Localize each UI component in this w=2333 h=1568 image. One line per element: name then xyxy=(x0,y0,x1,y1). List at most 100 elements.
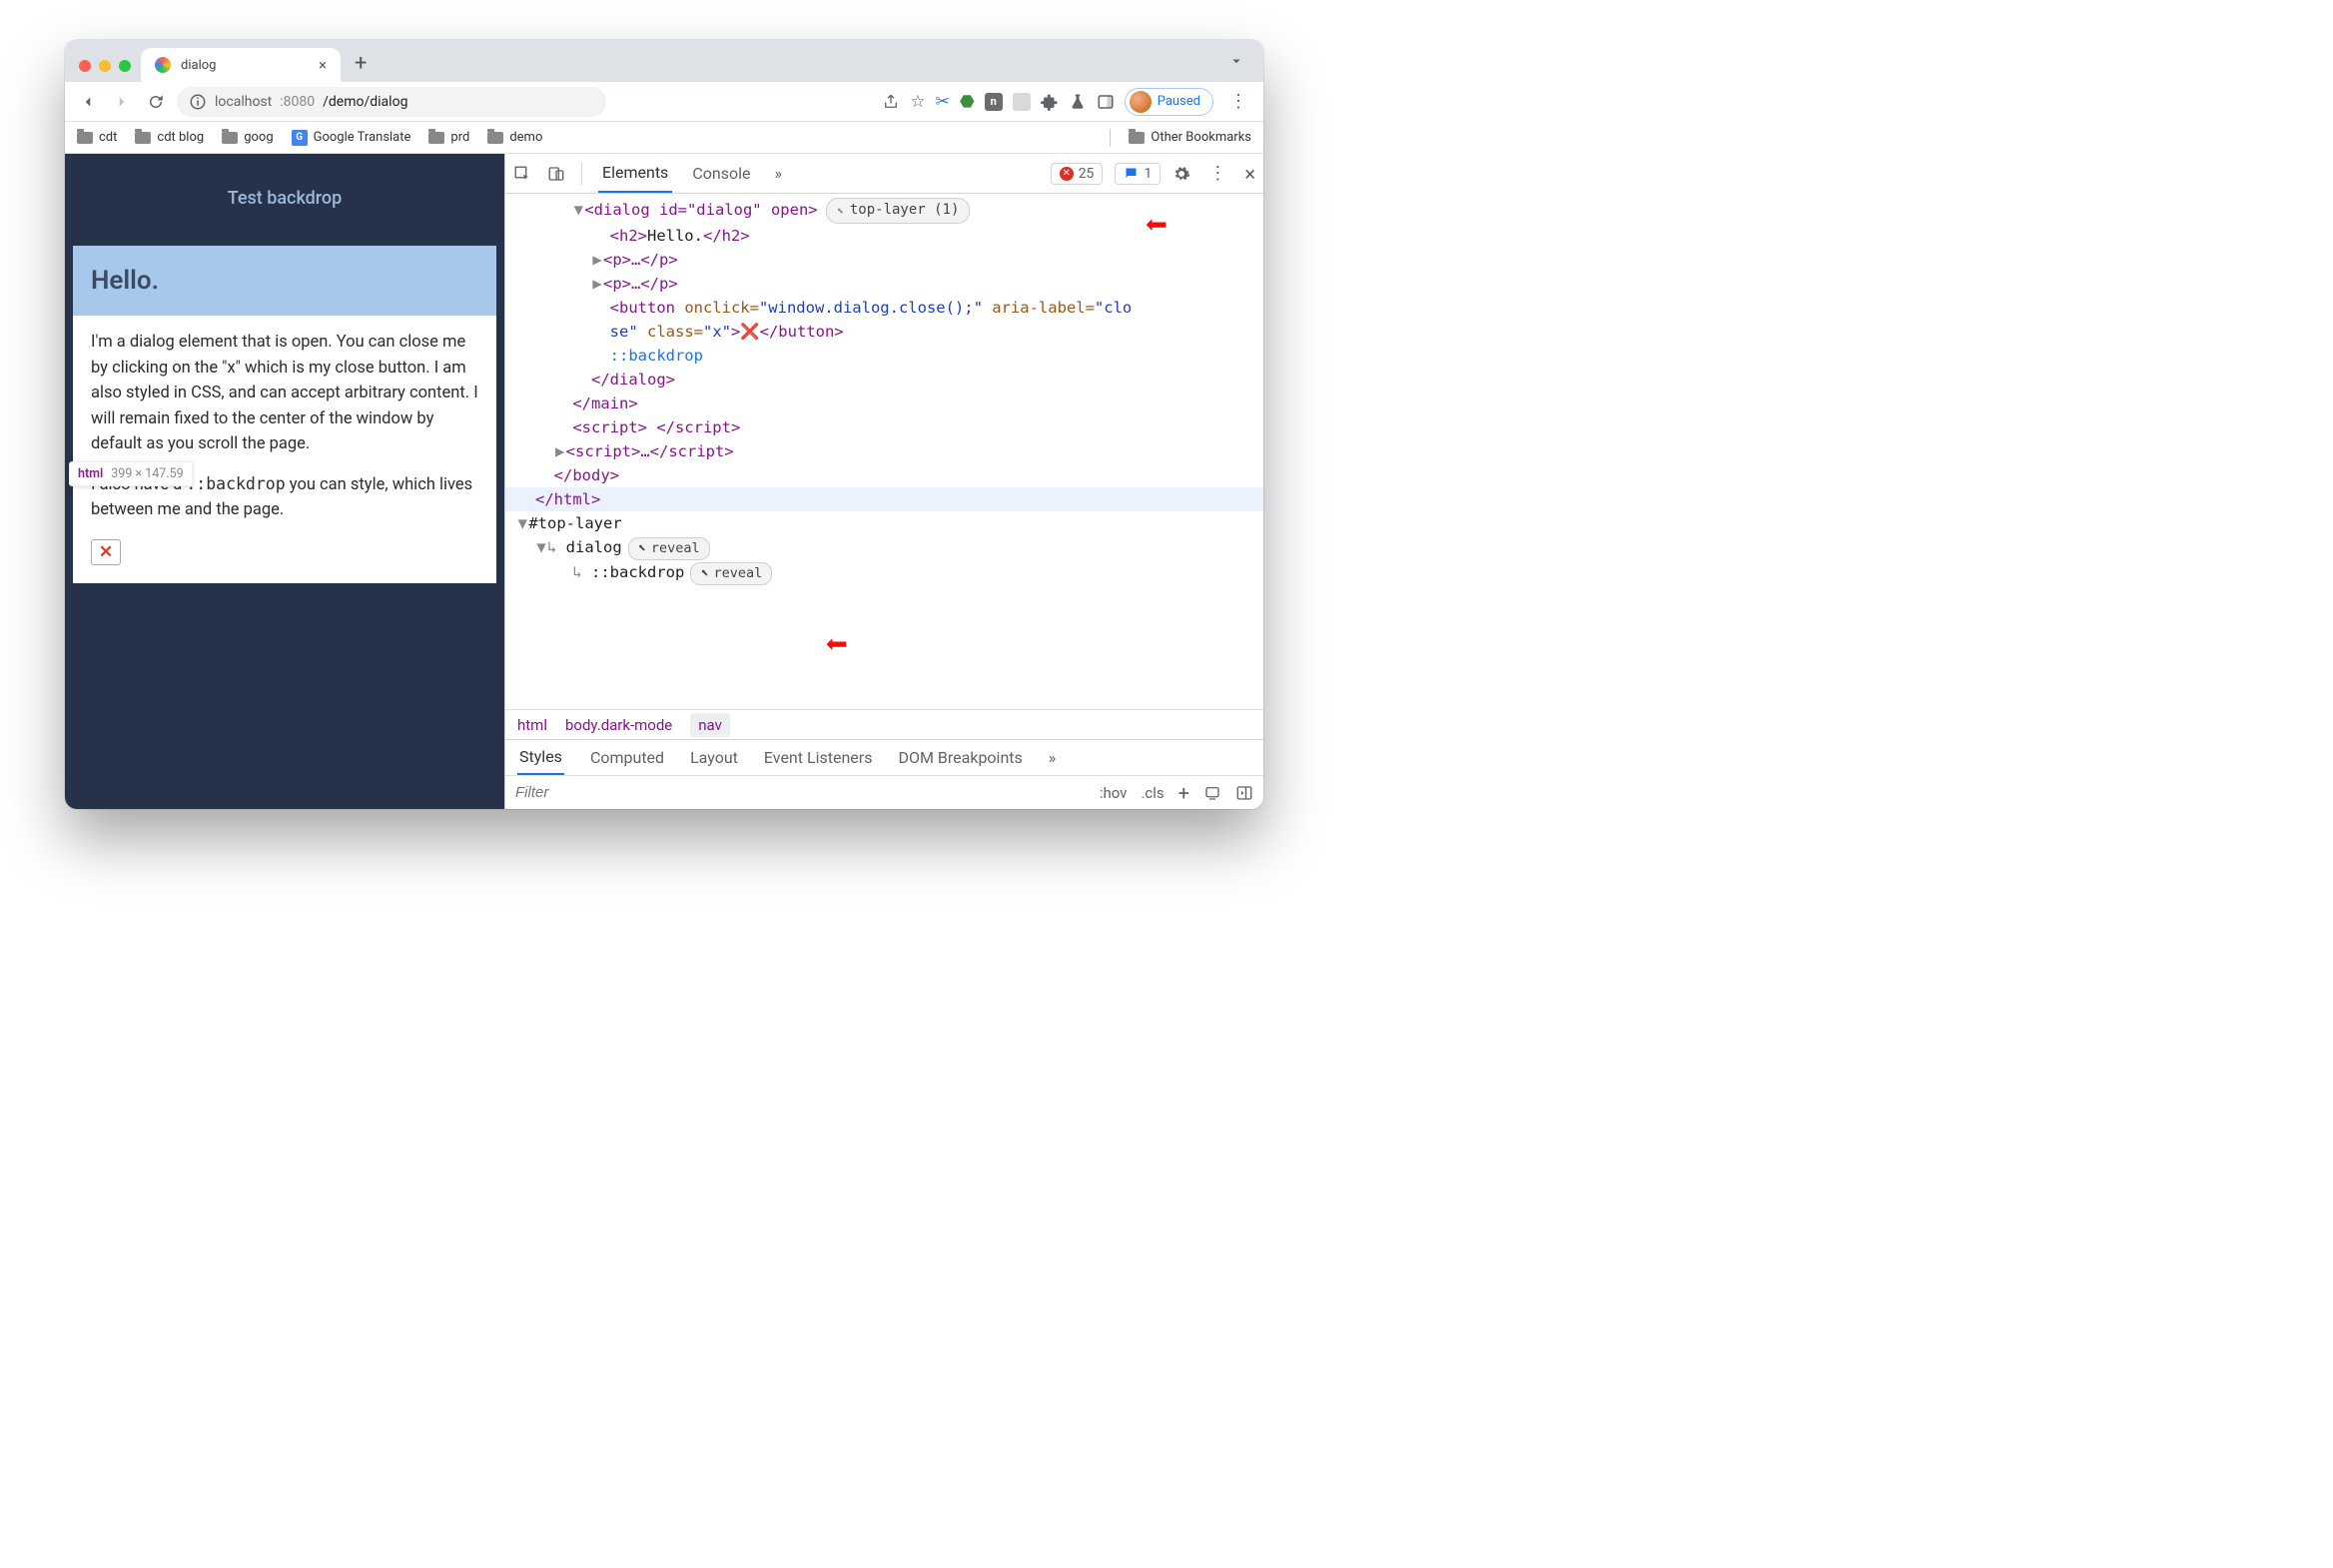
extension-n-icon[interactable]: n xyxy=(985,93,1003,111)
annotation-arrow: ⬅ xyxy=(825,615,848,674)
browser-menu-button[interactable]: ⋮ xyxy=(1223,91,1253,112)
hover-toggle[interactable]: :hov xyxy=(1100,784,1128,802)
dom-attr-value: "x" xyxy=(703,323,731,341)
dom-node[interactable]: </body> xyxy=(554,466,619,484)
dom-attr: aria-label= xyxy=(983,299,1095,317)
tab-title: dialog xyxy=(181,58,216,73)
reveal-button[interactable]: ⬉reveal xyxy=(690,562,772,585)
dom-node[interactable]: <p>…</p> xyxy=(603,251,678,269)
url-port: :8080 xyxy=(280,94,315,110)
folder-icon xyxy=(1129,132,1145,144)
translate-icon: G xyxy=(292,130,308,146)
window-controls xyxy=(75,60,141,82)
top-layer-badge[interactable]: ⬉top-layer (1) xyxy=(826,198,971,224)
dom-node[interactable]: </button> xyxy=(760,323,844,341)
tabs-overflow[interactable]: » xyxy=(770,155,786,192)
breadcrumb[interactable]: body.dark-mode xyxy=(565,716,672,734)
dom-attr-value: "window.dialog.close();" xyxy=(759,299,983,317)
error-count-badge[interactable]: ✕25 xyxy=(1051,163,1104,185)
share-icon[interactable] xyxy=(882,93,900,111)
extensions-puzzle-icon[interactable] xyxy=(1041,93,1059,111)
dom-node[interactable]: <dialog id="dialog" open> xyxy=(584,201,817,219)
bookmark-star-icon[interactable]: ☆ xyxy=(910,92,925,112)
dom-node[interactable]: </script> xyxy=(647,418,740,436)
dom-node[interactable]: <p>…</p> xyxy=(603,275,678,293)
element-hover-tooltip: html 399 × 147.59 xyxy=(69,461,193,486)
bookmark-folder[interactable]: cdt xyxy=(77,130,117,145)
settings-gear-icon[interactable] xyxy=(1172,165,1190,183)
scissors-icon[interactable]: ✂ xyxy=(936,92,950,112)
maximize-window-button[interactable] xyxy=(119,60,131,72)
new-rule-button[interactable]: + xyxy=(1178,781,1189,805)
styles-filter-input[interactable] xyxy=(515,784,775,801)
dialog-heading: Hello. xyxy=(91,266,478,296)
extension-icon[interactable]: ⬣ xyxy=(960,92,975,112)
bookmark-folder[interactable]: demo xyxy=(487,130,542,145)
computed-styles-icon[interactable] xyxy=(1203,784,1221,802)
dom-node[interactable]: #top-layer xyxy=(528,514,621,532)
reveal-button[interactable]: ⬉reveal xyxy=(628,537,710,560)
toolbar-actions: ☆ ✂ ⬣ n Paused ⋮ xyxy=(882,88,1253,116)
reveal-label: reveal xyxy=(651,538,700,559)
error-count: 25 xyxy=(1079,166,1095,182)
extension-grid-icon[interactable] xyxy=(1013,93,1031,111)
labs-flask-icon[interactable] xyxy=(1069,93,1087,111)
forward-button[interactable] xyxy=(109,89,135,115)
dom-node[interactable]: <h2> xyxy=(610,227,647,245)
dom-node[interactable]: <script> xyxy=(572,418,647,436)
browser-tab[interactable]: dialog × xyxy=(141,48,341,82)
code-span: ::backdrop xyxy=(186,474,285,493)
dom-pseudo[interactable]: ::backdrop xyxy=(610,347,703,365)
devtools-menu-button[interactable]: ⋮ xyxy=(1202,163,1232,184)
bookmark-folder[interactable]: goog xyxy=(222,130,273,145)
dom-node[interactable]: <script>…</script> xyxy=(566,442,734,460)
dom-node[interactable]: dialog xyxy=(566,538,622,556)
dom-node[interactable]: </dialog> xyxy=(591,371,675,389)
dom-node[interactable]: ::backdrop xyxy=(591,563,684,581)
bookmark-label: Other Bookmarks xyxy=(1151,130,1251,145)
inspect-element-icon[interactable] xyxy=(513,165,531,183)
dom-node[interactable]: <button xyxy=(610,299,685,317)
site-info-icon[interactable] xyxy=(189,93,207,111)
elements-tree[interactable]: ▼<dialog id="dialog" open>⬉top-layer (1)… xyxy=(505,194,1263,709)
other-bookmarks[interactable]: Other Bookmarks xyxy=(1129,130,1251,145)
classes-toggle[interactable]: .cls xyxy=(1141,784,1164,802)
message-count-badge[interactable]: 1 xyxy=(1115,163,1161,185)
tab-event-listeners[interactable]: Event Listeners xyxy=(764,748,873,767)
minimize-window-button[interactable] xyxy=(99,60,111,72)
close-tab-button[interactable]: × xyxy=(319,56,327,74)
tabs-menu-button[interactable] xyxy=(1227,52,1245,74)
bookmark-folder[interactable]: prd xyxy=(428,130,469,145)
url-input[interactable]: localhost:8080/demo/dialog xyxy=(177,87,606,117)
dom-node[interactable]: </main> xyxy=(572,394,637,412)
breadcrumb[interactable]: html xyxy=(517,716,547,734)
tab-computed[interactable]: Computed xyxy=(590,748,664,767)
close-window-button[interactable] xyxy=(79,60,91,72)
dom-node[interactable]: </h2> xyxy=(703,227,750,245)
breadcrumb[interactable]: nav xyxy=(690,713,730,737)
bookmark-item[interactable]: GGoogle Translate xyxy=(292,130,411,146)
new-tab-button[interactable]: + xyxy=(341,51,381,82)
dom-node[interactable]: </html> xyxy=(535,490,600,508)
side-panel-icon[interactable] xyxy=(1097,93,1115,111)
favicon xyxy=(155,57,171,73)
toggle-sidebar-icon[interactable] xyxy=(1235,784,1253,802)
back-button[interactable] xyxy=(75,89,101,115)
dom-attr: class= xyxy=(638,323,703,341)
profile-status: Paused xyxy=(1158,94,1200,109)
device-toolbar-icon[interactable] xyxy=(547,165,565,183)
bookmark-folder[interactable]: cdt blog xyxy=(135,130,204,145)
tab-elements[interactable]: Elements xyxy=(598,154,672,193)
reload-button[interactable] xyxy=(143,89,169,115)
tab-dom-breakpoints[interactable]: DOM Breakpoints xyxy=(898,748,1022,767)
dom-node: > xyxy=(731,323,740,341)
browser-window: dialog × + localhost:8080/demo/dialog ☆ … xyxy=(65,40,1263,809)
tab-console[interactable]: Console xyxy=(688,155,754,192)
tabs-overflow[interactable]: » xyxy=(1049,748,1057,767)
profile-chip[interactable]: Paused xyxy=(1125,88,1213,116)
tab-layout[interactable]: Layout xyxy=(690,748,738,767)
bookmark-label: cdt xyxy=(99,130,117,145)
dialog-close-button[interactable]: ✕ xyxy=(91,539,121,565)
tab-styles[interactable]: Styles xyxy=(517,740,564,775)
close-devtools-button[interactable]: × xyxy=(1244,162,1255,186)
